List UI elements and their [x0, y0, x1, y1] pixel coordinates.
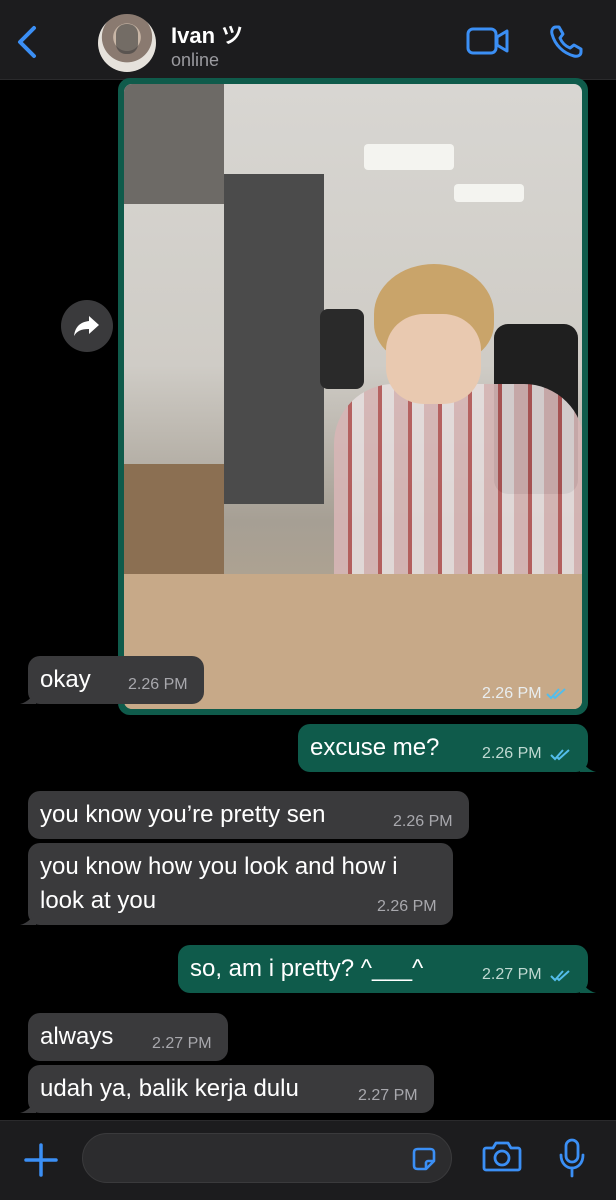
message-list[interactable]: 2.26 PM okay 2.26 PM excuse me? 2.26 PM …	[0, 78, 616, 1120]
mirror-selfie-photo[interactable]: 2.26 PM	[124, 84, 582, 709]
message-input[interactable]	[82, 1133, 452, 1183]
message-text-line-2: look at you	[40, 887, 157, 914]
message-text-line-1: you know how you look and how i	[40, 853, 398, 880]
message-time: 2.26 PM	[482, 745, 542, 762]
message-composer	[0, 1120, 616, 1200]
plus-icon[interactable]	[22, 1141, 60, 1179]
message-text: excuse me?	[310, 734, 440, 761]
outgoing-message[interactable]: excuse me? 2.26 PM	[298, 724, 596, 772]
message-time: 2.26 PM	[128, 676, 188, 693]
message-time: 2.26 PM	[393, 813, 453, 830]
message-text: always	[40, 1023, 114, 1050]
message-time: 2.26 PM	[482, 685, 568, 703]
contact-name[interactable]: Ivan ツ	[171, 18, 243, 50]
chat-header: Ivan ツ online	[0, 0, 616, 80]
message-time: 2.27 PM	[482, 966, 542, 983]
incoming-message[interactable]: okay 2.26 PM	[20, 656, 204, 704]
microphone-icon[interactable]	[556, 1137, 588, 1179]
outgoing-message[interactable]: so, am i pretty? ^___^ 2.27 PM	[178, 945, 596, 993]
image-message[interactable]: 2.26 PM	[118, 78, 588, 715]
read-ticks-icon	[550, 749, 570, 761]
incoming-message[interactable]: you know how you look and how i look at …	[20, 843, 453, 925]
message-text: okay	[40, 666, 91, 693]
incoming-message[interactable]: always 2.27 PM	[28, 1013, 228, 1061]
incoming-message[interactable]: you know you’re pretty sen 2.26 PM	[28, 791, 469, 839]
message-time: 2.26 PM	[377, 898, 437, 915]
incoming-message[interactable]: udah ya, balik kerja dulu 2.27 PM	[20, 1065, 434, 1113]
contact-status: online	[171, 50, 220, 70]
message-time: 2.27 PM	[152, 1035, 212, 1052]
contact-avatar[interactable]	[98, 14, 156, 72]
message-text: you know you’re pretty sen	[40, 801, 326, 828]
forward-arrow-icon	[74, 316, 99, 336]
sticker-icon[interactable]	[409, 1144, 439, 1174]
message-text: udah ya, balik kerja dulu	[40, 1075, 299, 1102]
read-ticks-icon	[546, 688, 566, 700]
forward-button[interactable]	[61, 300, 113, 352]
message-time: 2.27 PM	[358, 1087, 418, 1104]
message-text: so, am i pretty? ^___^	[190, 955, 424, 982]
back-chevron-icon[interactable]	[10, 22, 44, 62]
video-call-icon[interactable]	[466, 24, 510, 58]
phone-call-icon[interactable]	[548, 24, 584, 60]
read-ticks-icon	[550, 970, 570, 982]
camera-icon[interactable]	[482, 1139, 522, 1173]
